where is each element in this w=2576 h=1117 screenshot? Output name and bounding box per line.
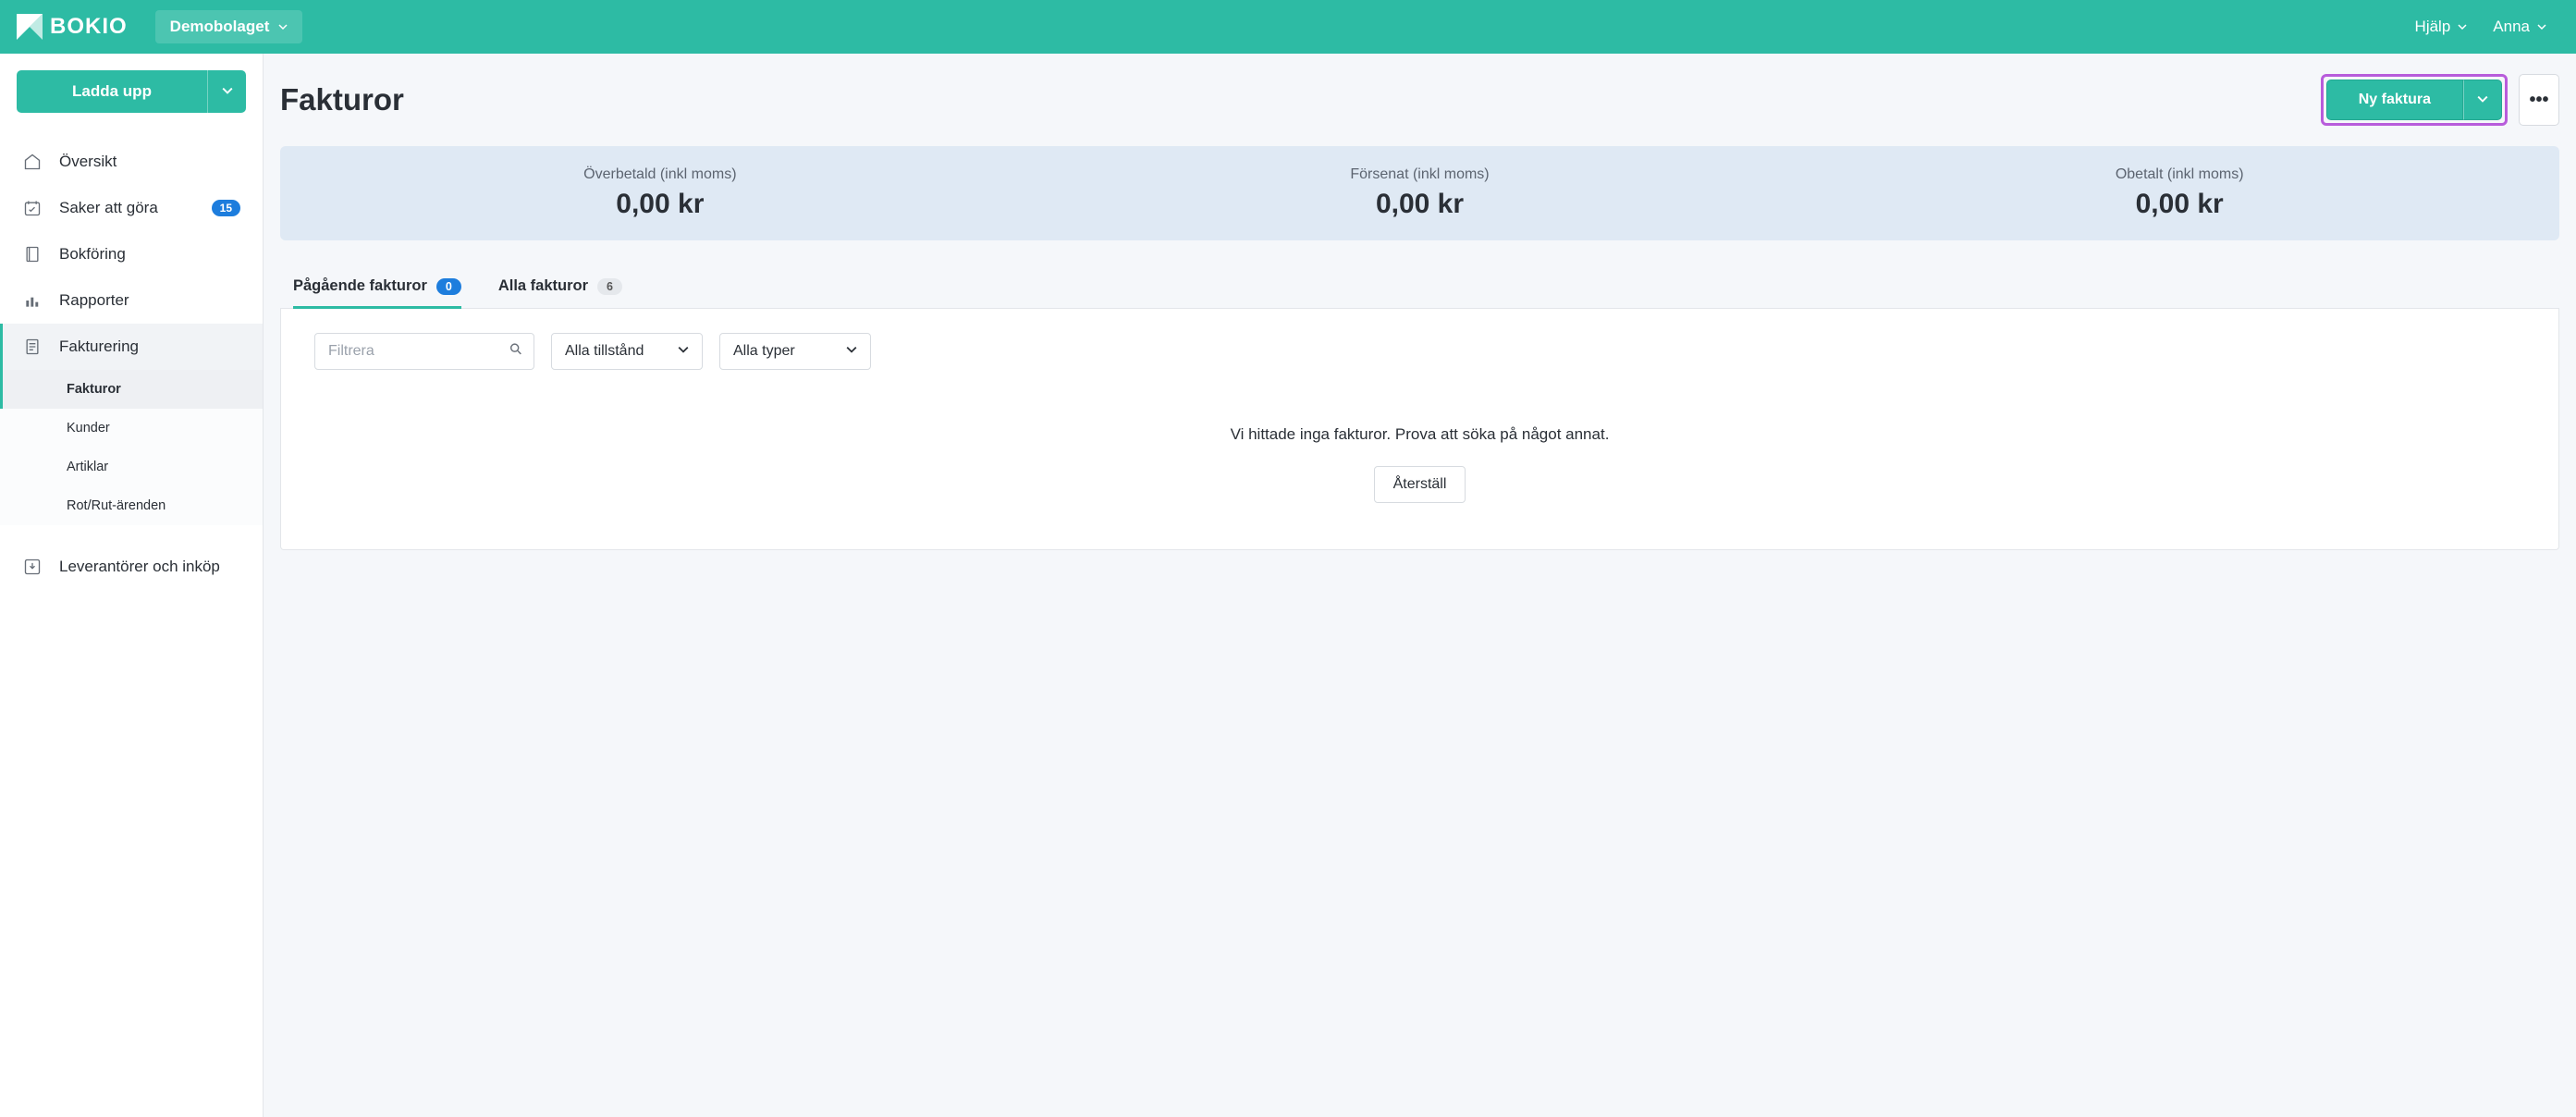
sidebar-item-overview[interactable]: Översikt — [0, 139, 263, 185]
tab-badge: 0 — [436, 278, 461, 295]
help-link[interactable]: Hjälp — [2402, 10, 2481, 43]
new-invoice-more-button[interactable] — [2463, 80, 2502, 120]
chevron-down-icon — [278, 18, 288, 36]
calendar-check-icon — [22, 198, 43, 218]
sidebar-item-label: Saker att göra — [59, 199, 158, 217]
reset-button[interactable]: Återställ — [1374, 466, 1466, 503]
user-label: Anna — [2493, 18, 2530, 36]
tab-all[interactable]: Alla fakturor 6 — [498, 277, 622, 308]
summary-unpaid: Obetalt (inkl moms) 0,00 kr — [1799, 166, 2559, 220]
tab-label: Pågående fakturor — [293, 277, 427, 295]
sidebar-item-label: Rapporter — [59, 291, 129, 310]
upload-button[interactable]: Ladda upp — [17, 70, 207, 113]
todo-badge: 15 — [212, 200, 240, 216]
tab-label: Alla fakturor — [498, 277, 588, 295]
book-icon — [22, 244, 43, 264]
filters-panel: Alla tillstånd Alla typer Vi hittade ing… — [280, 309, 2559, 550]
summary-bar: Överbetald (inkl moms) 0,00 kr Försenat … — [280, 146, 2559, 240]
empty-state: Vi hittade inga fakturor. Prova att söka… — [314, 425, 2525, 503]
sidebar-item-todo[interactable]: Saker att göra 15 — [0, 185, 263, 231]
summary-value: 0,00 kr — [1040, 189, 1800, 220]
summary-value: 0,00 kr — [280, 189, 1040, 220]
page-header: Fakturor Ny faktura ••• — [280, 74, 2559, 126]
help-label: Hjälp — [2415, 18, 2451, 36]
summary-label: Obetalt (inkl moms) — [1799, 166, 2559, 183]
chevron-down-icon — [678, 343, 689, 360]
sidebar-item-invoicing[interactable]: Fakturering — [0, 324, 263, 370]
sidebar-item-label: Fakturering — [59, 338, 139, 356]
topbar: BOKIO Demobolaget Hjälp Anna — [0, 0, 2576, 54]
chevron-down-icon — [2458, 18, 2467, 36]
sidebar-item-label: Bokföring — [59, 245, 126, 264]
tab-badge: 6 — [597, 278, 622, 295]
select-label: Alla tillstånd — [565, 343, 644, 360]
chevron-down-icon — [2537, 18, 2546, 36]
company-switcher[interactable]: Demobolaget — [155, 10, 303, 43]
logo-icon — [17, 14, 43, 40]
tab-ongoing[interactable]: Pågående fakturor 0 — [293, 277, 461, 308]
subnav-customers[interactable]: Kunder — [0, 409, 263, 448]
select-label: Alla typer — [733, 343, 795, 360]
sidebar-item-bookkeeping[interactable]: Bokföring — [0, 231, 263, 277]
download-box-icon — [22, 557, 43, 577]
subnav-articles[interactable]: Artiklar — [0, 448, 263, 486]
highlight-annotation: Ny faktura — [2321, 74, 2508, 126]
company-name: Demobolaget — [170, 18, 270, 36]
upload-button-more[interactable] — [207, 70, 246, 113]
tab-bar: Pågående fakturor 0 Alla fakturor 6 — [280, 277, 2559, 309]
status-select[interactable]: Alla tillstånd — [551, 333, 703, 370]
bar-chart-icon — [22, 290, 43, 311]
sidebar-subnav: Fakturor Kunder Artiklar Rot/Rut-ärenden — [0, 370, 263, 525]
main-content: Fakturor Ny faktura ••• Överbetald (ink — [264, 54, 2576, 1117]
chevron-down-icon — [846, 343, 857, 360]
summary-label: Överbetald (inkl moms) — [280, 166, 1040, 183]
filter-row: Alla tillstånd Alla typer — [314, 333, 2525, 370]
sidebar-item-suppliers[interactable]: Leverantörer och inköp — [0, 544, 263, 590]
summary-overdue: Försenat (inkl moms) 0,00 kr — [1040, 166, 1800, 220]
subnav-rotrut[interactable]: Rot/Rut-ärenden — [0, 486, 263, 525]
search-icon[interactable] — [509, 342, 523, 362]
invoice-icon — [22, 337, 43, 357]
type-select[interactable]: Alla typer — [719, 333, 871, 370]
sidebar-item-reports[interactable]: Rapporter — [0, 277, 263, 324]
brand-logo[interactable]: BOKIO — [17, 14, 128, 40]
sidebar-item-label: Översikt — [59, 153, 117, 171]
summary-value: 0,00 kr — [1799, 189, 2559, 220]
page-title: Fakturor — [280, 82, 404, 117]
sidebar-item-label: Leverantörer och inköp — [59, 558, 220, 576]
chevron-down-icon — [2477, 93, 2488, 107]
summary-label: Försenat (inkl moms) — [1040, 166, 1800, 183]
filter-input-wrap — [314, 333, 534, 370]
ellipsis-icon: ••• — [2529, 90, 2548, 111]
brand-name: BOKIO — [50, 14, 128, 40]
chevron-down-icon — [222, 85, 233, 99]
summary-overpaid: Överbetald (inkl moms) 0,00 kr — [280, 166, 1040, 220]
more-actions-button[interactable]: ••• — [2519, 74, 2559, 126]
user-menu[interactable]: Anna — [2480, 10, 2559, 43]
subnav-invoices[interactable]: Fakturor — [0, 370, 263, 409]
empty-message: Vi hittade inga fakturor. Prova att söka… — [314, 425, 2525, 444]
home-icon — [22, 152, 43, 172]
new-invoice-button[interactable]: Ny faktura — [2326, 80, 2463, 120]
filter-input[interactable] — [314, 333, 534, 370]
sidebar: Ladda upp Översikt Saker att göra 15 Bok… — [0, 54, 264, 1117]
